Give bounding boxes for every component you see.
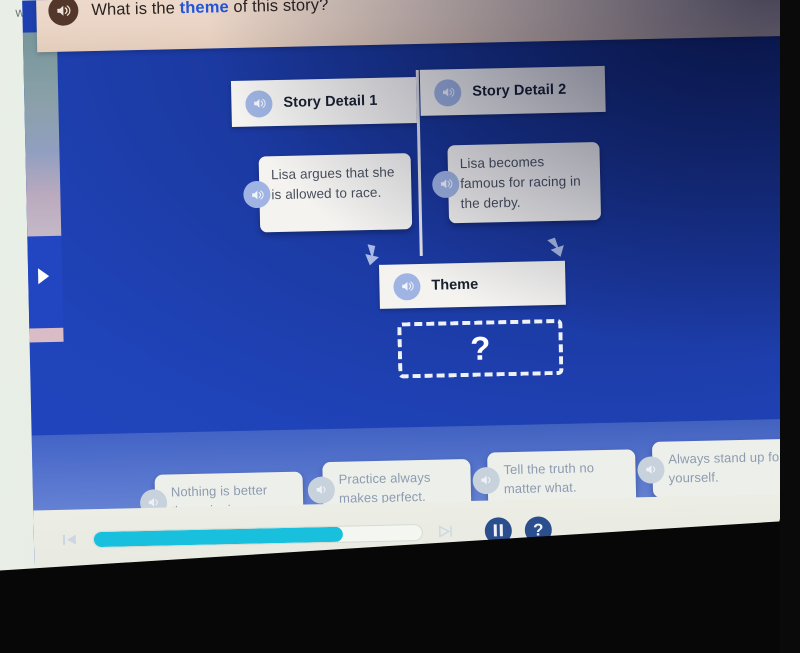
- skip-to-start-icon[interactable]: [60, 529, 80, 549]
- question-suffix: of this story?: [228, 0, 329, 16]
- speaker-icon[interactable]: [243, 180, 271, 209]
- activity-app: Story Detail 1 Lisa argues that she is a…: [22, 0, 800, 571]
- connector-arrow-down-icon: [542, 235, 569, 262]
- device-screen: win her to E Pov aro Story Detail 1: [0, 0, 800, 594]
- speaker-icon[interactable]: [48, 0, 79, 27]
- answer-choice[interactable]: Always stand up for yourself.: [637, 438, 800, 498]
- story-detail-2-label: Story Detail 2: [472, 81, 567, 100]
- story-detail-1-text: Lisa argues that she is allowed to race.: [270, 164, 395, 203]
- theme-drop-zone[interactable]: ?: [397, 318, 564, 379]
- question-text: What is the theme of this story?: [91, 0, 328, 20]
- speaker-icon[interactable]: [433, 78, 462, 107]
- thumbnail-bottom-strip: [29, 327, 64, 343]
- theme-label: Theme: [431, 276, 479, 294]
- speaker-icon[interactable]: [245, 89, 273, 118]
- device-bezel-right: [780, 0, 800, 653]
- speaker-icon[interactable]: [431, 170, 460, 199]
- photo-of-screen: win her to E Pov aro Story Detail 1: [0, 0, 800, 653]
- story-detail-1-card[interactable]: Lisa argues that she is allowed to race.: [243, 153, 413, 233]
- story-detail-1-label: Story Detail 1: [283, 92, 378, 111]
- progress-bar-fill: [93, 526, 344, 547]
- story-detail-2-card[interactable]: Lisa becomes famous for racing in the de…: [431, 142, 602, 224]
- answer-choice-text: Tell the truth no matter what.: [503, 460, 595, 497]
- question-banner: What is the theme of this story?: [35, 0, 800, 53]
- play-triangle-icon[interactable]: [37, 268, 50, 285]
- speaker-icon[interactable]: [307, 476, 336, 504]
- drop-zone-placeholder: ?: [469, 328, 491, 367]
- story-detail-1-header: Story Detail 1: [230, 77, 417, 128]
- skip-to-end-icon[interactable]: [436, 521, 456, 541]
- story-image-thumbnail: [22, 31, 62, 238]
- speaker-icon[interactable]: [393, 272, 421, 301]
- progress-bar[interactable]: [92, 523, 424, 548]
- theme-header: Theme: [378, 260, 566, 309]
- story-detail-2-text: Lisa becomes famous for racing in the de…: [459, 154, 581, 212]
- story-detail-2-column: Story Detail 2 Lisa becomes famous for r…: [419, 65, 608, 224]
- speaker-icon[interactable]: [637, 456, 665, 484]
- story-detail-2-header: Story Detail 2: [419, 65, 606, 116]
- question-highlight: theme: [179, 0, 229, 17]
- answer-choice-text: Always stand up for yourself.: [668, 449, 784, 486]
- question-prefix: What is the: [91, 0, 180, 19]
- story-detail-1-column: Story Detail 1 Lisa argues that she is a…: [230, 77, 419, 233]
- speaker-icon[interactable]: [472, 466, 501, 495]
